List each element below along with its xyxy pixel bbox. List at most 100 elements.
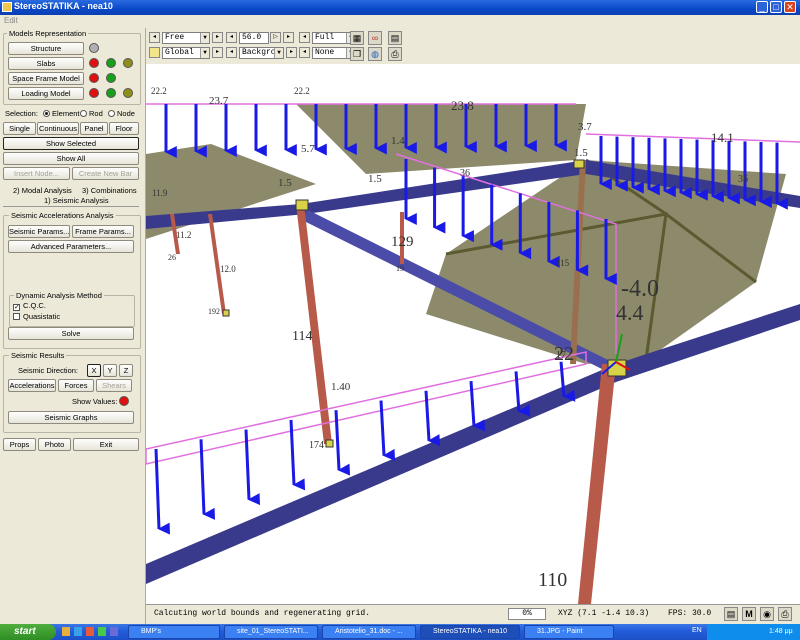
quicklaunch-icon[interactable] — [74, 627, 82, 636]
radio-rod[interactable]: Rod — [80, 109, 103, 118]
frame-toggle-red[interactable] — [89, 73, 99, 83]
single-button[interactable]: Single — [3, 122, 36, 135]
photo-button[interactable]: Photo — [38, 438, 71, 451]
quasistatic-checkbox[interactable]: Quasistatic — [13, 312, 60, 321]
angle-decrement[interactable]: ◂ — [226, 32, 237, 43]
beam-front[interactable] — [146, 304, 800, 584]
3d-viewport[interactable]: 22.2 23.7 22.2 23.8 14.1 3.7 5.7 1.5 1.5… — [146, 64, 800, 604]
solve-button[interactable]: Solve — [8, 327, 134, 340]
quicklaunch-icon[interactable] — [110, 627, 118, 636]
minimize-button[interactable]: _ — [756, 1, 768, 13]
close-button[interactable]: ✕ — [784, 1, 796, 13]
status-icon[interactable]: ▤ — [724, 607, 738, 621]
print-status-icon[interactable]: ⎙ — [778, 607, 792, 621]
props-button[interactable]: Props — [3, 438, 36, 451]
panel-button[interactable]: Panel — [80, 122, 108, 135]
tab-modal-analysis[interactable]: 2) Modal Analysis — [13, 186, 72, 195]
value-label: 110 — [538, 569, 567, 591]
language-indicator[interactable]: EN — [692, 627, 702, 634]
slab-back[interactable] — [296, 104, 586, 174]
loading-toggle-green[interactable] — [106, 88, 116, 98]
frame-params-button[interactable]: Frame Params... — [72, 225, 134, 238]
node[interactable] — [325, 439, 334, 448]
seismic-params-button[interactable]: Seismic Params... — [8, 225, 70, 238]
angle-increment[interactable]: ▸ — [283, 32, 294, 43]
task-bmps[interactable]: BMP's — [128, 625, 220, 639]
tab-seismic-analysis[interactable]: 1) Seismic Analysis — [44, 196, 109, 205]
background-select[interactable]: Backgro ▼ — [239, 47, 284, 59]
accelerations-button[interactable]: Accelerations — [8, 379, 56, 392]
create-new-bar-button[interactable]: Create New Bar — [72, 167, 139, 180]
slabs-toggle-olive[interactable] — [123, 58, 133, 68]
angle-input[interactable]: 56.0 — [239, 32, 269, 44]
cqc-checkbox[interactable]: ✓ C.Q.C. — [13, 301, 46, 311]
quicklaunch-icon[interactable] — [86, 627, 94, 636]
seismic-graphs-button[interactable]: Seismic Graphs — [8, 411, 134, 424]
structure-3d-view[interactable]: 22.2 23.7 22.2 23.8 14.1 3.7 5.7 1.5 1.5… — [146, 64, 800, 604]
copy-icon[interactable]: ❐ — [350, 47, 364, 61]
frame-toggle-green[interactable] — [106, 73, 116, 83]
start-button[interactable]: start — [0, 624, 56, 640]
structure-toggle[interactable] — [89, 43, 99, 53]
slabs-toggle-green[interactable] — [106, 58, 116, 68]
print-icon[interactable]: ⎙ — [388, 47, 402, 61]
show-selected-button[interactable]: Show Selected — [3, 137, 139, 150]
forces-button[interactable]: Forces — [58, 379, 94, 392]
view-mode-next[interactable]: ▸ — [212, 32, 223, 43]
globe-icon[interactable]: ◍ — [368, 47, 382, 61]
tab-combinations[interactable]: 3) Combinations — [82, 186, 137, 195]
continuous-button[interactable]: Continuous — [37, 122, 79, 135]
title-bar: StereoSTATIKA - nea10 _ □ ✕ — [0, 0, 800, 15]
quicklaunch-icon[interactable] — [98, 627, 106, 636]
loading-toggle-red[interactable] — [89, 88, 99, 98]
bg-prev[interactable]: ◂ — [226, 47, 237, 58]
quicklaunch-icon[interactable] — [62, 627, 70, 636]
column-front[interactable] — [578, 364, 616, 604]
detail-prev[interactable]: ◂ — [299, 32, 310, 43]
glasses-icon[interactable]: ∞ — [368, 31, 382, 45]
clock: 1:48 μμ — [769, 628, 793, 635]
m-button[interactable]: M — [742, 607, 756, 621]
view-mode-select[interactable]: Free ▼ — [162, 32, 210, 44]
loading-model-button[interactable]: Loading Model — [8, 87, 84, 100]
view-mode-prev[interactable]: ◂ — [149, 32, 160, 43]
shears-button[interactable]: Shears — [96, 379, 132, 392]
menu-edit[interactable]: Edit — [4, 16, 18, 25]
structure-button[interactable]: Structure — [8, 42, 84, 55]
grid-icon[interactable]: ▦ — [350, 31, 364, 45]
coord-system-select[interactable]: Global ▼ — [162, 47, 210, 59]
taskbar: start BMP's site_01_StereoSTATI... Arist… — [0, 624, 800, 640]
show-all-button[interactable]: Show All — [3, 152, 139, 165]
node[interactable] — [222, 309, 230, 317]
task-paint[interactable]: 31.JPG - Paint — [524, 625, 614, 639]
filter-prev[interactable]: ◂ — [299, 47, 310, 58]
angle-play-icon[interactable]: ▷ — [270, 32, 281, 43]
column[interactable] — [296, 204, 332, 444]
task-aristotelio-doc[interactable]: Aristotelio_31.doc - ... — [322, 625, 416, 639]
save-icon[interactable]: ▤ — [388, 31, 402, 45]
floor-button[interactable]: Floor — [109, 122, 139, 135]
task-site-doc[interactable]: site_01_StereoSTATI... — [224, 625, 318, 639]
node[interactable] — [573, 159, 585, 169]
slabs-button[interactable]: Slabs — [8, 57, 84, 70]
space-frame-model-button[interactable]: Space Frame Model — [8, 72, 84, 85]
loading-toggle-olive[interactable] — [123, 88, 133, 98]
slabs-toggle-red[interactable] — [89, 58, 99, 68]
bg-next[interactable]: ▸ — [286, 47, 297, 58]
folder-icon[interactable] — [149, 47, 160, 58]
coord-next[interactable]: ▸ — [212, 47, 223, 58]
direction-x-button[interactable]: X — [87, 364, 101, 377]
node[interactable] — [295, 199, 309, 211]
exit-button[interactable]: Exit — [73, 438, 139, 451]
radio-node[interactable]: Node — [108, 109, 135, 118]
radio-element[interactable]: Element — [43, 109, 80, 118]
insert-node-button[interactable]: Insert Node... — [3, 167, 70, 180]
maximize-button[interactable]: □ — [770, 1, 782, 13]
direction-y-button[interactable]: Y — [103, 364, 117, 377]
direction-z-button[interactable]: Z — [119, 364, 133, 377]
task-stereostatika[interactable]: StereoSTATIKA - nea10 — [420, 625, 520, 639]
show-values-toggle[interactable] — [119, 396, 129, 406]
value-label: 4.4 — [616, 300, 644, 325]
camera-icon[interactable]: ◉ — [760, 607, 774, 621]
advanced-parameters-button[interactable]: Advanced Parameters... — [8, 240, 134, 253]
